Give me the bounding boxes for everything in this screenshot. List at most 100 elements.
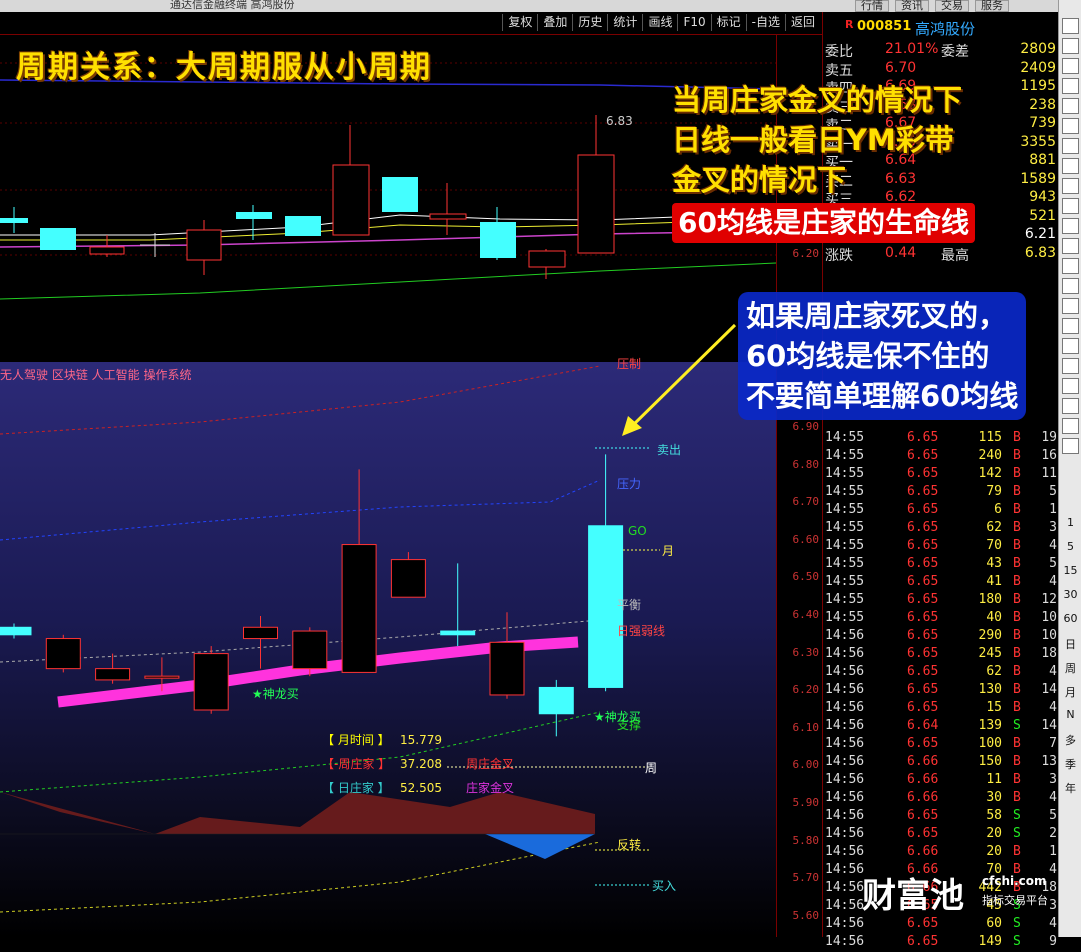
tick-time: 14:56	[825, 700, 865, 715]
period-button[interactable]: 15	[1059, 564, 1081, 577]
toolbar-tool-icon[interactable]	[1062, 278, 1079, 294]
quote-value: 6.70	[885, 59, 917, 76]
period-button[interactable]: 1	[1059, 516, 1081, 529]
toolbar-tool-icon[interactable]	[1062, 238, 1079, 254]
legend-value: 52.505	[400, 781, 442, 795]
mark-button[interactable]: 标记	[710, 14, 746, 31]
tick-volume: 60	[986, 916, 1002, 931]
tick-time: 14:55	[825, 610, 865, 625]
overlay-button[interactable]: 叠加	[537, 14, 572, 31]
quote-value: 21.01%	[885, 41, 939, 57]
period-button[interactable]: N	[1059, 708, 1081, 721]
toolbar-tool-icon[interactable]	[1062, 138, 1079, 154]
period-button[interactable]: 周	[1059, 660, 1081, 676]
candle-body	[341, 544, 377, 673]
stock-code[interactable]: 000851	[857, 19, 911, 34]
quote-value2: 1589	[1020, 170, 1056, 187]
tick-price: 6.65	[907, 808, 939, 823]
period-button[interactable]: 月	[1059, 684, 1081, 700]
price-tick-label: 5.80	[792, 833, 820, 847]
toolbar-tool-icon[interactable]	[1062, 118, 1079, 134]
toolbar-tool-icon[interactable]	[1062, 178, 1079, 194]
price-tick-label: 5.90	[792, 796, 820, 809]
toolbar-tool-icon[interactable]	[1062, 378, 1079, 394]
watermark-sub: 指标交易平台	[982, 894, 1048, 907]
tick-count: 4	[1049, 916, 1057, 931]
toolbar-tool-icon[interactable]	[1062, 58, 1079, 74]
menu-service[interactable]: 服务	[975, 0, 1009, 12]
tick-direction: B	[1013, 700, 1021, 715]
quote-row: 委比 21.01% 委差 2809	[823, 41, 1059, 60]
draw-line-button[interactable]: 画线	[642, 14, 677, 31]
annotation-title: 周期关系：大周期服从小周期	[16, 50, 432, 85]
tick-count: 1	[1049, 502, 1057, 517]
back-button[interactable]: 返回	[784, 14, 820, 31]
period-button[interactable]: 季	[1059, 756, 1081, 772]
statistics-button[interactable]: 统计	[607, 14, 642, 31]
annotation-ma60-lifeline: 60均线是庄家的生命线	[672, 203, 975, 243]
tick-row: 14:56 6.66 30 B 4	[823, 790, 1059, 808]
restore-rights-button[interactable]: 复权	[502, 14, 537, 31]
legend-label: 【 日庄家 】	[322, 781, 390, 795]
tick-volume: 62	[986, 664, 1002, 679]
tick-price: 6.66	[907, 772, 939, 787]
tick-time: 14:55	[825, 574, 865, 589]
toolbar-tool-icon[interactable]	[1062, 298, 1079, 314]
quote-value2: 6.83	[1024, 244, 1056, 261]
legend-value: 37.208	[400, 757, 442, 771]
tick-price: 6.65	[907, 646, 939, 661]
toolbar-tool-icon[interactable]	[1062, 318, 1079, 334]
tick-count: 10	[1041, 628, 1057, 643]
tick-count: 4	[1049, 664, 1057, 679]
tick-price: 6.65	[907, 538, 939, 553]
toolbar-tool-icon[interactable]	[1062, 358, 1079, 374]
toolbar-tool-icon[interactable]	[1062, 38, 1079, 54]
tick-volume: 30	[986, 790, 1002, 805]
tick-price: 6.65	[907, 682, 939, 697]
toolbar-tool-icon[interactable]	[1062, 198, 1079, 214]
period-button[interactable]: 5	[1059, 540, 1081, 553]
watchlist-button[interactable]: -自选	[745, 14, 785, 31]
quote-key: 涨跌	[825, 247, 853, 264]
weekly-price-label: 6.20	[792, 247, 820, 260]
history-button[interactable]: 历史	[572, 14, 607, 31]
period-button[interactable]: 60	[1059, 612, 1081, 625]
tick-row: 14:56 6.65 62 B 4	[823, 664, 1059, 682]
period-button[interactable]: 日	[1059, 636, 1081, 652]
tick-price: 6.65	[907, 934, 939, 949]
f10-button[interactable]: F10	[677, 14, 710, 31]
menu-market[interactable]: 行情	[855, 0, 889, 12]
toolbar-tool-icon[interactable]	[1062, 18, 1079, 34]
tick-direction: S	[1013, 826, 1021, 841]
toolbar-tool-icon[interactable]	[1062, 78, 1079, 94]
tick-count: 14	[1041, 718, 1057, 733]
toolbar-tool-icon[interactable]	[1062, 418, 1079, 434]
period-button[interactable]: 年	[1059, 780, 1081, 796]
toolbar-tool-icon[interactable]	[1062, 338, 1079, 354]
stock-name[interactable]: 高鸿股份	[915, 18, 975, 39]
toolbar-tool-icon[interactable]	[1062, 98, 1079, 114]
right-toolbar: 1 5 15 30 60 日周月 N 多季年	[1058, 0, 1081, 937]
candle-body	[538, 686, 574, 715]
month-line-label: 月	[662, 544, 675, 558]
tick-count: 9	[1049, 934, 1057, 949]
daily-kline-panel[interactable]: 【 月时间 】 15.779 【-周庄家 】 37.208 周庄金叉【 日庄家 】 52.…	[0, 357, 776, 937]
toolbar-tool-icon[interactable]	[1062, 398, 1079, 414]
tick-price: 6.66	[907, 790, 939, 805]
indicator-legend: 【 月时间 】 15.779 【-周庄家 】 37.208 周庄金叉【 日庄家 】 52.…	[322, 728, 514, 800]
toolbar-tool-icon[interactable]	[1062, 158, 1079, 174]
toolbar-tool-icon[interactable]	[1062, 438, 1079, 454]
annotation-line: 当周庄家金叉的情况下	[672, 83, 963, 117]
menu-trade[interactable]: 交易	[935, 0, 969, 12]
tick-price: 6.65	[907, 916, 939, 931]
menu-news[interactable]: 资讯	[895, 0, 929, 12]
tick-price: 6.66	[907, 844, 939, 859]
price-tick-label: 6.70	[792, 495, 820, 509]
toolbar-tool-icon[interactable]	[1062, 218, 1079, 234]
tick-time: 14:55	[825, 484, 865, 499]
tick-volume: 149	[978, 934, 1002, 949]
period-button[interactable]: 多	[1059, 732, 1081, 748]
period-button[interactable]: 30	[1059, 588, 1081, 601]
tick-direction: B	[1013, 502, 1021, 517]
toolbar-tool-icon[interactable]	[1062, 258, 1079, 274]
